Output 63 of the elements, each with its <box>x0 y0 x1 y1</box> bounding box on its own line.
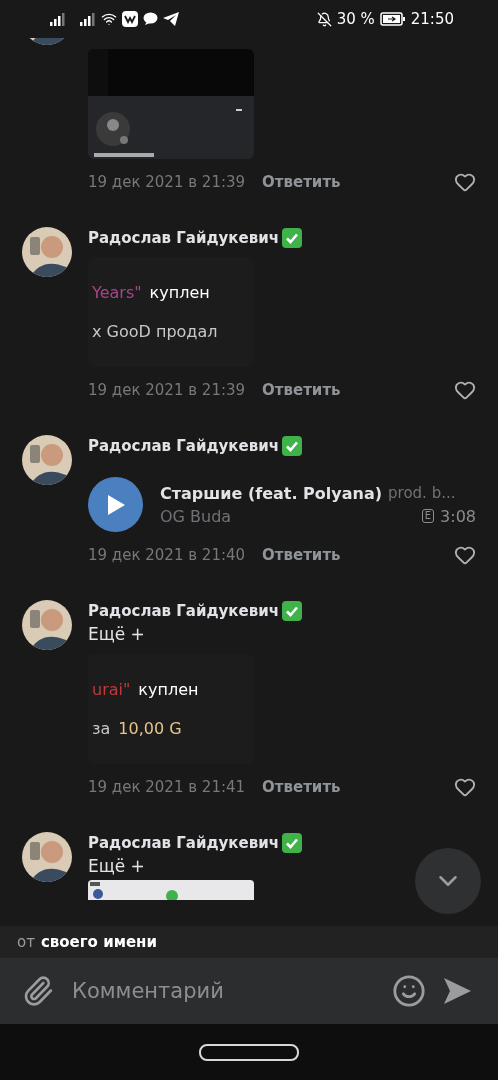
attach-button[interactable] <box>22 975 54 1007</box>
comment-text: Ещё + <box>88 623 146 646</box>
comment-date: 19 дек 2021 в 21:39 <box>88 173 246 191</box>
heart-icon <box>454 544 476 566</box>
reply-link[interactable]: Ответить <box>262 778 341 796</box>
heart-icon <box>454 171 476 193</box>
verified-icon <box>282 833 302 853</box>
screenshot-text: куплен <box>149 283 210 302</box>
screenshot-text: x GooD продал <box>92 322 218 341</box>
emoji-button[interactable] <box>392 974 426 1008</box>
sender-prefix: от <box>17 933 35 951</box>
track-subtitle: prod. b... <box>388 484 456 502</box>
play-button[interactable] <box>88 477 143 532</box>
verified-icon <box>282 228 302 248</box>
paperclip-icon <box>22 975 54 1007</box>
bell-off-icon <box>316 11 332 27</box>
avatar[interactable] <box>22 832 72 882</box>
battery-level: 30 % <box>336 10 375 28</box>
author-name[interactable]: Радослав Гайдукевич <box>88 602 279 620</box>
signal-icon <box>50 12 66 26</box>
play-icon <box>105 493 126 516</box>
like-button[interactable] <box>454 379 476 401</box>
author-name[interactable]: Радослав Гайдукевич <box>88 229 279 247</box>
verified-icon <box>282 601 302 621</box>
screenshot-text: 10,00 G <box>118 719 182 738</box>
track-artist[interactable]: OG Buda <box>160 506 416 526</box>
sender-name[interactable]: своего имени <box>40 933 157 951</box>
like-button[interactable] <box>454 544 476 566</box>
clock: 21:50 <box>410 10 454 28</box>
reply-link[interactable]: Ответить <box>262 546 341 564</box>
screenshot-text: urai" <box>92 680 131 699</box>
battery-icon <box>379 12 406 26</box>
wifi-icon <box>101 11 117 27</box>
avatar[interactable] <box>22 600 72 650</box>
home-indicator[interactable] <box>199 1043 299 1061</box>
heart-icon <box>454 379 476 401</box>
heart-icon <box>454 776 476 798</box>
screenshot-text: Years" <box>92 283 142 302</box>
screenshot-text: за <box>92 719 111 738</box>
smile-icon <box>392 974 426 1008</box>
verified-icon <box>282 436 302 456</box>
reply-link[interactable]: Ответить <box>262 173 341 191</box>
explicit-badge: E <box>421 509 435 523</box>
paper-plane-icon <box>163 12 179 26</box>
avatar[interactable] <box>22 227 72 277</box>
signal-icon <box>80 12 96 26</box>
comment-text: Ещё + <box>88 855 146 878</box>
send-icon <box>442 976 472 1006</box>
reply-link[interactable]: Ответить <box>262 381 341 399</box>
comment-date: 19 дек 2021 в 21:40 <box>88 546 246 564</box>
app-icon <box>122 11 138 27</box>
avatar[interactable] <box>22 435 72 485</box>
author-name[interactable]: Радослав Гайдукевич <box>88 437 279 455</box>
screenshot-text: куплен <box>138 680 199 699</box>
comment-date: 19 дек 2021 в 21:39 <box>88 381 246 399</box>
chat-icon <box>143 12 158 26</box>
track-duration: 3:08 <box>440 506 476 526</box>
like-button[interactable] <box>454 776 476 798</box>
comment-date: 19 дек 2021 в 21:41 <box>88 778 246 796</box>
send-button[interactable] <box>442 976 472 1006</box>
author-name[interactable]: Радослав Гайдукевич <box>88 834 279 852</box>
track-title: Старшие (feat. Polyana) <box>160 483 383 503</box>
like-button[interactable] <box>454 171 476 193</box>
